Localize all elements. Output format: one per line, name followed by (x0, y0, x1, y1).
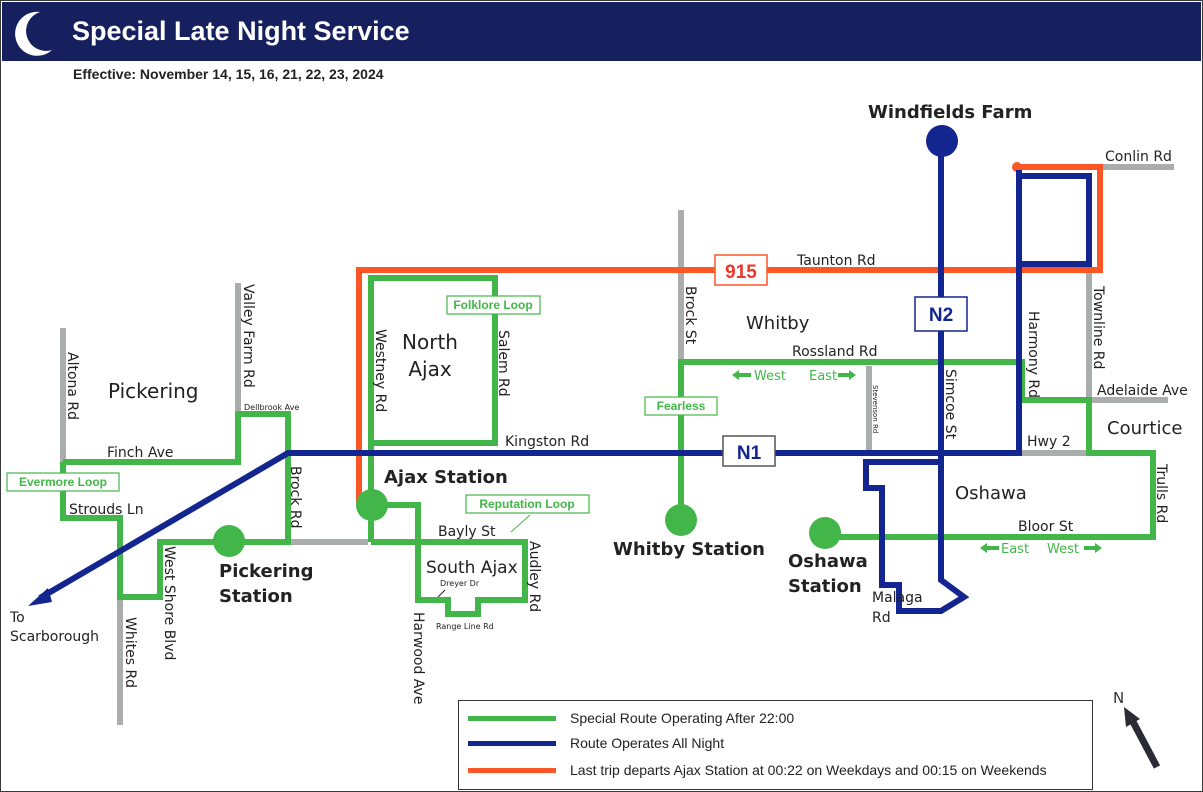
street-label-dellbrook: Dellbrook Ave (244, 403, 299, 412)
arrow-right-icon (1084, 543, 1102, 553)
street-label-harmony: Harmony Rd (1025, 311, 1041, 398)
street-label-westney: Westney Rd (372, 329, 388, 412)
streets (60, 164, 1174, 725)
svg-text:West: West (754, 369, 786, 384)
street-label-malaga-2: Rd (872, 610, 891, 626)
street-label-malaga-1: Malaga (872, 590, 923, 606)
street-label-strouds: Strouds Ln (69, 502, 144, 518)
pickering-station-marker (213, 525, 245, 557)
station-label-pickering-1: Pickering (219, 561, 313, 582)
route-map: 915 N1 N2 Evermore Loop Folklore Loop Re… (6, 102, 1188, 769)
street-label-range-line: Range Line Rd (436, 622, 494, 631)
street-label-townline: Townline Rd (1090, 285, 1106, 369)
bloor-direction: East West (980, 542, 1102, 557)
street-label-harwood: Harwood Ave (410, 612, 426, 704)
street-label-brock-st: Brock St (682, 286, 698, 345)
street-label-salem: Salem Rd (495, 330, 511, 397)
legend-item-all-night: Route Operates All Night (459, 733, 724, 753)
area-oshawa: Oshawa (955, 483, 1027, 504)
label-to-scarborough-2: Scarborough (10, 629, 99, 645)
dreyer-pointer (437, 589, 446, 598)
svg-text:915: 915 (725, 262, 757, 283)
legend-item-special: Special Route Operating After 22:00 (459, 708, 794, 728)
whitby-station-marker (665, 504, 697, 536)
station-label-ajax: Ajax Station (384, 467, 508, 488)
n1-loop (1019, 173, 1092, 267)
legend: Special Route Operating After 22:00 Rout… (458, 700, 1093, 790)
legend-swatch-green (468, 715, 556, 721)
legend-swatch-blue (468, 740, 556, 746)
street-label-adelaide: Adelaide Ave (1097, 383, 1188, 399)
area-north-ajax-1: North (402, 330, 458, 354)
station-label-windfields: Windfields Farm (868, 102, 1032, 123)
area-courtice: Courtice (1107, 418, 1182, 439)
arrow-right-icon (838, 370, 856, 380)
route-n2-badge: N2 (914, 296, 968, 332)
arrow-left-icon (980, 543, 999, 553)
area-whitby: Whitby (746, 313, 810, 334)
svg-text:Reputation Loop: Reputation Loop (479, 497, 574, 511)
street-label-bloor: Bloor St (1018, 519, 1074, 535)
street-label-conlin: Conlin Rd (1105, 149, 1172, 165)
compass-label: N (1113, 689, 1124, 707)
svg-text:East: East (1001, 542, 1029, 557)
street-label-dreyer: Dreyer Dr (440, 579, 480, 588)
street-label-taunton: Taunton Rd (796, 253, 876, 269)
street-label-west-shore: West Shore Blvd (161, 546, 177, 660)
area-north-ajax-2: Ajax (408, 357, 451, 381)
reputation-loop-label: Reputation Loop (465, 494, 590, 514)
svg-text:Folklore Loop: Folklore Loop (453, 298, 532, 312)
street-label-altona: Altona Rd (64, 352, 80, 420)
street-label-trulls: Trulls Rd (1153, 463, 1169, 523)
legend-label: Last trip departs Ajax Station at 00:22 … (570, 762, 1047, 778)
oshawa-station-marker (809, 517, 841, 549)
street-label-finch: Finch Ave (107, 445, 173, 461)
street-label-rossland: Rossland Rd (792, 344, 878, 360)
reputation-pointer (510, 514, 531, 533)
north-arrow-icon (1124, 707, 1161, 769)
rossland-direction: West East (732, 369, 856, 384)
windfields-farm-marker (926, 125, 958, 157)
street-label-audley: Audley Rd (526, 541, 542, 612)
legend-item-last-trip: Last trip departs Ajax Station at 00:22 … (459, 760, 1047, 780)
legend-label: Route Operates All Night (570, 735, 725, 751)
station-label-oshawa-1: Oshawa (788, 551, 868, 572)
svg-text:Evermore Loop: Evermore Loop (19, 475, 107, 489)
svg-text:East: East (809, 369, 837, 384)
area-pickering: Pickering (108, 379, 199, 403)
street-label-kingston: Kingston Rd (505, 434, 589, 450)
legend-swatch-orange (468, 767, 556, 773)
station-label-oshawa-2: Station (788, 576, 862, 597)
evermore-loop-label: Evermore Loop (6, 472, 120, 492)
station-label-pickering-2: Station (219, 586, 293, 607)
route-n1-badge: N1 (722, 435, 776, 467)
fearless-label: Fearless (644, 396, 718, 416)
arrow-left-icon (732, 370, 751, 380)
folklore-loop-label: Folklore Loop (446, 295, 541, 315)
legend-label: Special Route Operating After 22:00 (570, 710, 795, 726)
svg-text:N2: N2 (929, 305, 953, 326)
street-label-simcoe: Simcoe St (942, 369, 958, 440)
street-label-bayly: Bayly St (438, 524, 496, 540)
label-to-scarborough-1: To (9, 610, 25, 626)
street-label-valley-farm: Valley Farm Rd (240, 284, 256, 388)
street-label-whites: Whites Rd (122, 617, 138, 688)
scarborough-arrowhead (28, 588, 52, 606)
area-south-ajax: South Ajax (426, 558, 518, 578)
street-label-brock-rd: Brock Rd (287, 466, 303, 529)
street-label-hwy2: Hwy 2 (1027, 434, 1071, 450)
street-label-stevenson: Stevenson Rd (871, 385, 879, 433)
svg-text:Fearless: Fearless (657, 399, 706, 413)
svg-text:N1: N1 (737, 443, 762, 464)
route-915-badge: 915 (714, 254, 768, 286)
ajax-station-marker (356, 489, 388, 521)
station-label-whitby: Whitby Station (613, 539, 765, 560)
svg-text:West: West (1047, 542, 1079, 557)
